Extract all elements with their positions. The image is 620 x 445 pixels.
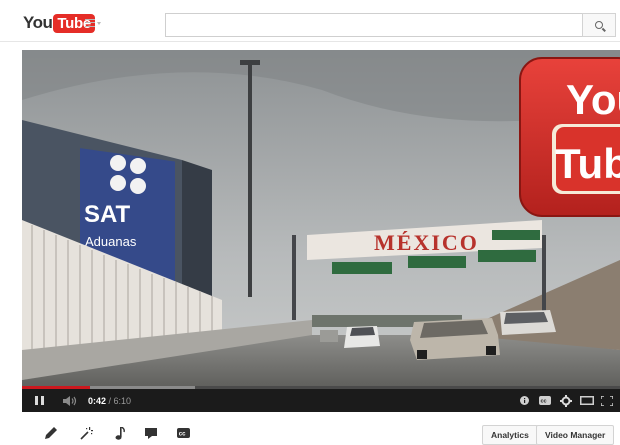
- creator-toolbar: cc Analytics Video Manager: [22, 420, 620, 445]
- watermark-tube-text: Tub: [555, 140, 620, 187]
- aduanas-text: Aduanas: [85, 234, 137, 249]
- pencil-icon[interactable]: [42, 424, 60, 442]
- youtube-watermark: You Tub: [519, 57, 620, 217]
- video-scene: SAT Aduanas MÉXICO Yo Tub: [22, 50, 620, 390]
- current-time: 0:42: [88, 395, 107, 406]
- theater-mode-icon[interactable]: [580, 389, 594, 412]
- search-button[interactable]: [582, 13, 616, 37]
- video-manager-button[interactable]: Video Manager: [536, 425, 615, 445]
- player-controls: 0:42 / 6:10 cc: [22, 389, 620, 412]
- search-icon: [595, 21, 603, 29]
- speech-bubble-icon[interactable]: [142, 424, 160, 442]
- logo-you-text: You: [23, 13, 53, 32]
- car: [410, 318, 500, 360]
- time-display: 0:42 / 6:10: [88, 389, 158, 412]
- mexico-text: MÉXICO: [374, 230, 479, 255]
- watermark-you-text: You: [566, 76, 620, 123]
- car: [344, 326, 380, 348]
- analytics-button[interactable]: Analytics: [482, 425, 538, 445]
- info-icon[interactable]: [519, 389, 529, 412]
- fullscreen-icon[interactable]: [600, 389, 614, 412]
- cc-icon[interactable]: cc: [174, 424, 192, 442]
- svg-text:cc: cc: [178, 431, 185, 437]
- svg-text:cc: cc: [541, 399, 547, 405]
- pause-icon[interactable]: [32, 389, 46, 412]
- caret-down-icon: [97, 21, 101, 25]
- guide-menu-button[interactable]: [85, 16, 105, 30]
- music-note-icon[interactable]: [110, 424, 128, 442]
- captions-icon[interactable]: cc: [539, 389, 551, 412]
- video-frame[interactable]: SAT Aduanas MÉXICO Yo Tub: [22, 50, 620, 390]
- duration: 6:10: [113, 395, 132, 406]
- sat-text: SAT: [84, 201, 131, 228]
- car: [500, 310, 556, 335]
- search-input[interactable]: [165, 13, 583, 37]
- time-separator: /: [106, 395, 114, 406]
- hamburger-icon: [85, 19, 95, 27]
- masthead: You Tube: [0, 0, 620, 42]
- car: [320, 330, 338, 342]
- gear-icon[interactable]: [560, 389, 572, 412]
- volume-icon[interactable]: [62, 389, 78, 412]
- magic-wand-icon[interactable]: [77, 424, 95, 442]
- video-player[interactable]: SAT Aduanas MÉXICO Yo Tub 0:42 / 6:10 cc: [22, 50, 620, 412]
